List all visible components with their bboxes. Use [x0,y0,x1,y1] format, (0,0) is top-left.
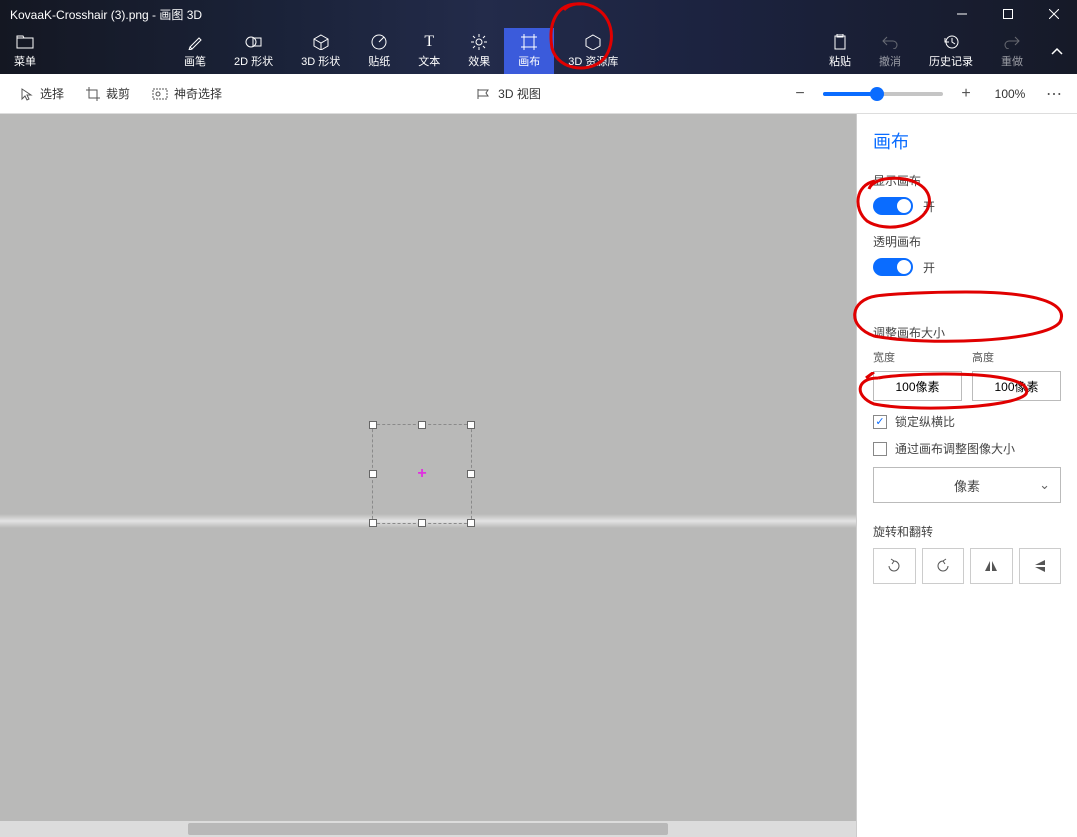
pointer-icon [20,87,34,101]
rotate-flip-title: 旋转和翻转 [873,523,1061,540]
view-3d-button[interactable]: 3D 视图 [468,81,549,106]
effects-button[interactable]: 效果 [454,28,504,74]
scrollbar-thumb[interactable] [188,823,667,835]
selection-box[interactable]: + [372,424,472,524]
checkbox-unchecked-icon [873,442,887,456]
handle-br[interactable] [467,519,475,527]
ribbon: 菜单 画笔 2D 形状 3D 形状 贴纸 T 文本 效果 画布 3D 资源库 粘… [0,28,1077,74]
transparent-canvas-label: 透明画布 [873,233,1061,250]
flip-horizontal-button[interactable] [970,548,1013,584]
select-tool[interactable]: 选择 [12,81,72,106]
library-3d-button[interactable]: 3D 资源库 [554,28,632,74]
redo-icon [1004,33,1020,51]
library-icon [585,33,601,51]
resize-title: 调整画布大小 [873,324,1061,341]
history-button[interactable]: 历史记录 [915,28,987,74]
folder-icon [16,33,34,51]
crosshair-mark: + [417,465,426,483]
lock-aspect-checkbox[interactable]: ✓ 锁定纵横比 [873,413,1061,430]
handle-tr[interactable] [467,421,475,429]
history-icon [943,33,959,51]
transparent-canvas-toggle[interactable] [873,258,913,276]
more-button[interactable]: ⋯ [1041,81,1067,107]
close-button[interactable] [1031,0,1077,28]
text-icon: T [424,33,434,51]
undo-button[interactable]: 撤消 [865,28,915,74]
cube-icon [313,33,329,51]
redo-button[interactable]: 重做 [987,28,1037,74]
magic-select-tool[interactable]: 神奇选择 [144,81,230,106]
canvas-button[interactable]: 画布 [504,28,554,74]
zoom-out-button[interactable]: − [787,81,813,107]
shapes-2d-button[interactable]: 2D 形状 [220,28,287,74]
horizontal-scrollbar[interactable] [0,821,856,837]
secondary-toolbar: 选择 裁剪 神奇选择 3D 视图 − + 100% ⋯ [0,74,1077,114]
magic-select-icon [152,88,168,100]
flip-vertical-button[interactable] [1019,548,1062,584]
menu-button[interactable]: 菜单 [0,28,50,74]
handle-mr[interactable] [467,470,475,478]
title-bar: KovaaK-Crosshair (3).png - 画图 3D [0,0,1077,28]
brush-icon [187,33,203,51]
handle-tl[interactable] [369,421,377,429]
handle-tm[interactable] [418,421,426,429]
properties-panel: 画布 显示画布 开 透明画布 开 调整画布大小 宽度 高度 ✓ 锁定纵横比 通过… [856,114,1077,837]
handle-bm[interactable] [418,519,426,527]
rotate-ccw-button[interactable] [873,548,916,584]
canvas-icon [521,33,537,51]
chevron-down-icon: ⌄ [1039,477,1050,493]
canvas-area[interactable]: + [0,114,856,837]
paste-button[interactable]: 粘贴 [815,28,865,74]
unit-dropdown[interactable]: 像素 ⌄ [873,467,1061,503]
clipboard-icon [833,33,847,51]
minimize-button[interactable] [939,0,985,28]
handle-ml[interactable] [369,470,377,478]
show-canvas-state: 开 [923,198,935,215]
handle-bl[interactable] [369,519,377,527]
rotate-cw-button[interactable] [922,548,965,584]
sun-icon [471,33,487,51]
undo-icon [882,33,898,51]
panel-title: 画布 [873,128,1061,154]
maximize-button[interactable] [985,0,1031,28]
checkbox-checked-icon: ✓ [873,415,887,429]
height-label: 高度 [972,349,1061,365]
stickers-button[interactable]: 贴纸 [354,28,404,74]
shapes-3d-button[interactable]: 3D 形状 [287,28,354,74]
shapes-2d-icon [245,33,263,51]
height-input[interactable] [972,371,1061,401]
text-button[interactable]: T 文本 [404,28,454,74]
width-input[interactable] [873,371,962,401]
zoom-level[interactable]: 100% [989,87,1031,101]
zoom-in-button[interactable]: + [953,81,979,107]
window-title: KovaaK-Crosshair (3).png - 画图 3D [0,6,202,23]
zoom-thumb[interactable] [870,87,884,101]
brush-button[interactable]: 画笔 [170,28,220,74]
transparent-canvas-state: 开 [923,259,935,276]
collapse-ribbon-button[interactable] [1037,28,1077,74]
width-label: 宽度 [873,349,962,365]
resize-image-checkbox[interactable]: 通过画布调整图像大小 [873,440,1061,457]
crop-icon [86,87,100,101]
sticker-icon [371,33,387,51]
show-canvas-label: 显示画布 [873,172,1061,189]
zoom-slider[interactable] [823,92,943,96]
flag-icon [476,88,492,100]
show-canvas-toggle[interactable] [873,197,913,215]
crop-tool[interactable]: 裁剪 [78,81,138,106]
